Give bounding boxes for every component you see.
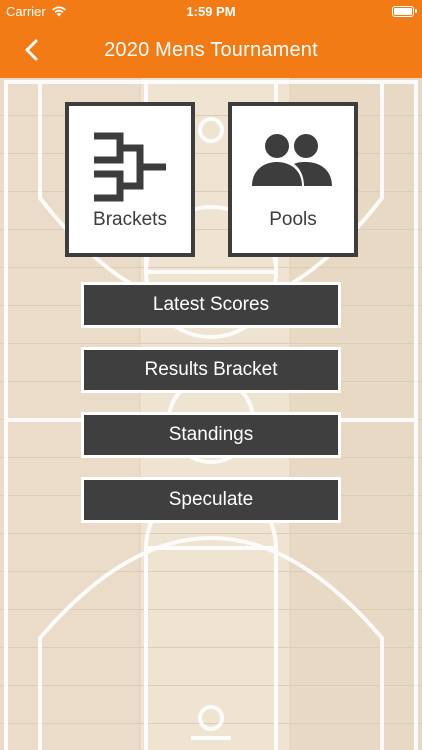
carrier-label: Carrier [6, 3, 46, 19]
people-icon [252, 134, 332, 186]
brackets-label: Brackets [93, 209, 167, 230]
brackets-tile[interactable]: Brackets [65, 102, 195, 257]
pools-label: Pools [269, 209, 317, 230]
nav-bar: 2020 Mens Tournament [0, 22, 422, 78]
standings-button[interactable]: Standings [81, 412, 341, 458]
status-left: Carrier [6, 4, 67, 19]
speculate-button[interactable]: Speculate [81, 477, 341, 523]
wifi-icon [51, 6, 66, 17]
results-bracket-button[interactable]: Results Bracket [81, 347, 341, 393]
status-bar: Carrier 1:59 PM [0, 0, 422, 22]
battery-icon [392, 5, 417, 17]
page-title: 2020 Mens Tournament [104, 38, 318, 61]
bracket-icon [94, 132, 166, 202]
back-button[interactable] [16, 34, 48, 66]
latest-scores-button[interactable]: Latest Scores [81, 282, 341, 328]
chevron-left-icon [25, 39, 38, 61]
pools-tile[interactable]: Pools [228, 102, 358, 257]
